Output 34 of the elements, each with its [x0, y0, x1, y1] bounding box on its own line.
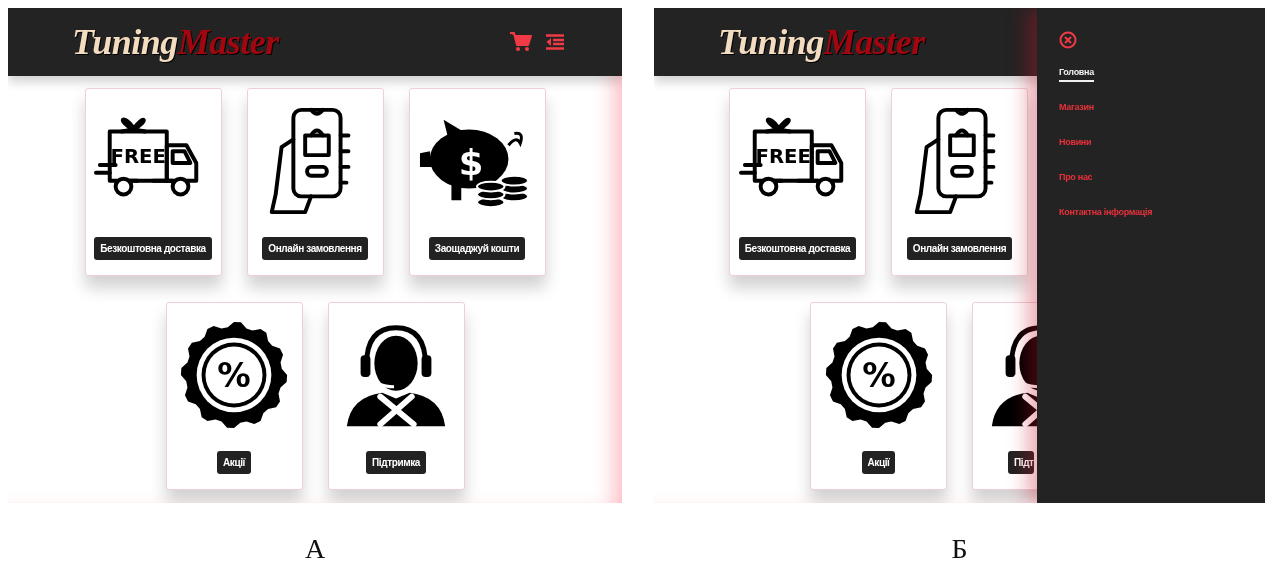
menu-link[interactable]: Головна: [1059, 67, 1094, 82]
close-icon[interactable]: [1059, 31, 1077, 49]
card-label: Безкоштовна доставка: [738, 237, 857, 260]
menu-link[interactable]: Магазин: [1059, 102, 1094, 117]
card-label: Акції: [861, 451, 896, 474]
figure-caption: Б: [951, 533, 968, 565]
feature-card[interactable]: Онлайн замовлення: [891, 88, 1028, 276]
figure-caption: А: [304, 533, 326, 565]
feature-card[interactable]: Онлайн замовлення: [246, 88, 384, 276]
menu-icon[interactable]: [546, 34, 564, 50]
feature-card[interactable]: % Акції: [810, 302, 947, 490]
feature-card[interactable]: % Акції: [165, 302, 303, 490]
feature-card[interactable]: FREE Безкоштовна доставка: [84, 88, 222, 276]
card-label: Підт: [1008, 451, 1034, 474]
card-label: Заощаджуй кошти: [428, 237, 526, 260]
icon-text: %: [861, 355, 896, 395]
icon-text: %: [217, 355, 251, 395]
feature-card[interactable]: $ Заощаджуй кошти: [408, 88, 546, 276]
site-logo[interactable]: TuningMaster: [72, 21, 279, 63]
card-label: Акції: [217, 451, 251, 474]
menu-link[interactable]: Новини: [1059, 137, 1092, 152]
card-label: Підтримка: [366, 451, 426, 474]
icon-text: FREE: [755, 144, 811, 168]
cart-icon[interactable]: [510, 32, 532, 52]
site-logo[interactable]: TuningMaster: [718, 21, 925, 63]
menu-link[interactable]: Про нас: [1059, 172, 1093, 187]
icon-text: $: [458, 141, 484, 183]
card-label: Безкоштовна доставка: [94, 237, 212, 260]
icon-text: FREE: [110, 144, 166, 168]
feature-card[interactable]: Підтримка: [327, 302, 465, 490]
card-label: Онлайн замовлення: [906, 237, 1013, 260]
menu-link[interactable]: Контактна інформація: [1059, 207, 1153, 222]
feature-card[interactable]: FREE Безкоштовна доставка: [729, 88, 866, 276]
card-label: Онлайн замовлення: [262, 237, 368, 260]
